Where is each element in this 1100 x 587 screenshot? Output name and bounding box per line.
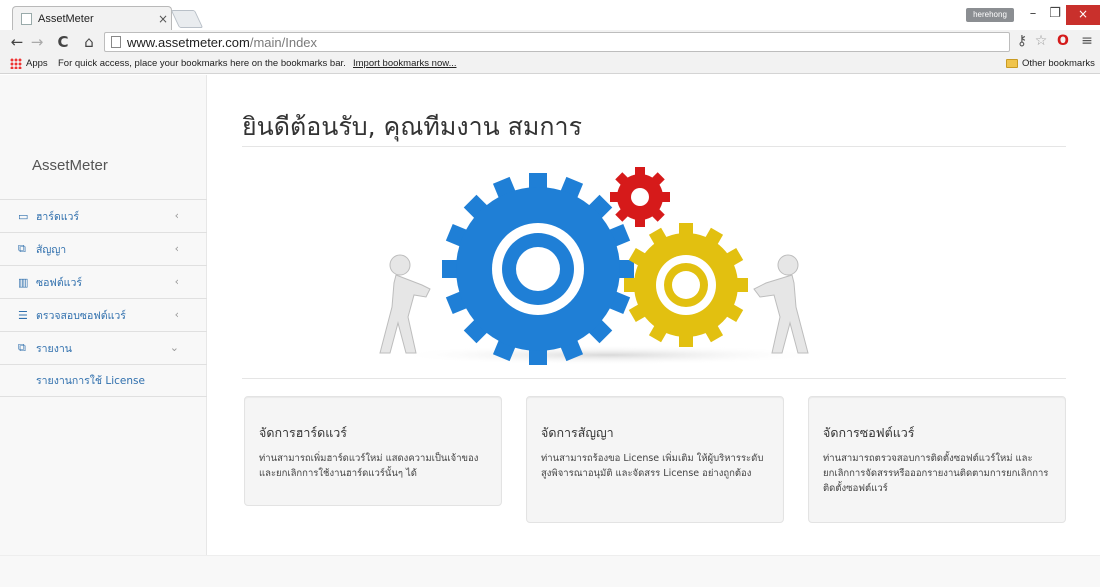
browser-tab[interactable]: AssetMeter × (12, 6, 172, 30)
close-window-button[interactable]: × (1066, 5, 1100, 25)
sidebar-item-label: ตรวจสอบซอฟต์แวร์ (36, 309, 126, 322)
forward-icon[interactable]: → (28, 32, 46, 52)
right-figure (753, 254, 809, 354)
favicon-icon (21, 12, 32, 25)
contract-icon: ⧉ (18, 242, 26, 255)
brand-title[interactable]: AssetMeter (32, 157, 108, 174)
blue-gear (442, 173, 634, 365)
opera-icon[interactable]: O (1054, 33, 1072, 49)
bookmarks-bar: Apps For quick access, place your bookma… (0, 54, 1100, 74)
sidebar-item-label: ฮาร์ดแวร์ (36, 210, 80, 223)
import-bookmarks-link[interactable]: Import bookmarks now... (353, 58, 456, 69)
page-icon (111, 36, 121, 48)
report-icon: ⧉ (18, 341, 26, 354)
floor-shadow (393, 345, 823, 365)
gears-hero-image (379, 167, 823, 365)
sidebar-item-label: สัญญา (36, 243, 67, 256)
folder-icon (1006, 59, 1018, 68)
sidebar: AssetMeter ▭ ฮาร์ดแวร์ ‹ ⧉ สัญญา ‹ ▥ ซอฟ… (0, 75, 207, 555)
card-title: จัดการซอฟต์แวร์ (823, 425, 915, 440)
left-figure (379, 254, 431, 354)
red-gear (610, 167, 670, 227)
sidebar-menu: ▭ ฮาร์ดแวร์ ‹ ⧉ สัญญา ‹ ▥ ซอฟต์แวร์ ‹ ☰ … (0, 199, 207, 397)
list-icon: ☰ (18, 308, 28, 322)
tab-title: AssetMeter (38, 12, 94, 25)
browser-tabstrip: AssetMeter × herehong – ❐ × (0, 0, 1100, 30)
url-host: www.assetmeter.com (127, 34, 250, 50)
card-title: จัดการสัญญา (541, 425, 614, 440)
chevron-left-icon: ‹ (174, 209, 179, 222)
monitor-icon: ▭ (18, 209, 29, 223)
page: AssetMeter ▭ ฮาร์ดแวร์ ‹ ⧉ สัญญา ‹ ▥ ซอฟ… (0, 75, 1100, 587)
apps-link[interactable]: Apps (26, 58, 48, 69)
profile-chip[interactable]: herehong (966, 8, 1014, 22)
tab-close-icon[interactable]: × (155, 12, 171, 26)
sidebar-item-contract[interactable]: ⧉ สัญญา ‹ (0, 233, 207, 266)
apps-icon[interactable] (10, 58, 22, 69)
divider (242, 146, 1066, 147)
address-bar[interactable]: www.assetmeter.com/main/Index (104, 32, 1010, 52)
chevron-down-icon: ⌄ (169, 341, 179, 354)
page-title: ยินดีต้อนรับ, คุณทีมงาน สมการ (242, 112, 583, 141)
hardware-card[interactable]: จัดการฮาร์ดแวร์ ท่านสามารถเพิ่มฮาร์ดแวร์… (244, 396, 502, 506)
sidebar-item-hardware[interactable]: ▭ ฮาร์ดแวร์ ‹ (0, 200, 207, 233)
card-text: ท่านสามารถเพิ่มฮาร์ดแวร์ใหม่ แสดงความเป็… (259, 453, 479, 479)
star-icon[interactable]: ☆ (1032, 33, 1050, 49)
chevron-left-icon: ‹ (174, 275, 179, 288)
card-text: ท่านสามารถตรวจสอบการติดตั้งซอฟต์แวร์ใหม่… (823, 453, 1049, 494)
sidebar-item-label: ซอฟต์แวร์ (36, 276, 82, 289)
home-icon[interactable]: ⌂ (80, 32, 98, 52)
browser-toolbar: ← → C ⌂ www.assetmeter.com/main/Index ⚷ … (0, 30, 1100, 54)
software-card[interactable]: จัดการซอฟต์แวร์ ท่านสามารถตรวจสอบการติดต… (808, 396, 1066, 523)
sidebar-item-report[interactable]: ⧉ รายงาน ⌄ (0, 332, 207, 365)
chart-icon: ▥ (18, 275, 29, 289)
sidebar-item-software-audit[interactable]: ☰ ตรวจสอบซอฟต์แวร์ ‹ (0, 299, 207, 332)
chevron-left-icon: ‹ (174, 308, 179, 321)
sidebar-subitem-license-report[interactable]: รายงานการใช้ License (0, 365, 207, 397)
new-tab-button[interactable] (170, 10, 204, 28)
sidebar-item-software[interactable]: ▥ ซอฟต์แวร์ ‹ (0, 266, 207, 299)
contract-card[interactable]: จัดการสัญญา ท่านสามารถร้องขอ License เพิ… (526, 396, 784, 523)
main-content: ยินดีต้อนรับ, คุณทีมงาน สมการ จัดการฮาร์… (208, 75, 1100, 555)
bookmarks-hint: For quick access, place your bookmarks h… (58, 58, 346, 69)
card-title: จัดการฮาร์ดแวร์ (259, 425, 348, 440)
divider (242, 378, 1066, 379)
yellow-gear (624, 223, 748, 347)
sidebar-item-label: รายงาน (36, 342, 72, 355)
menu-icon[interactable]: ≡ (1078, 33, 1096, 49)
url-path: /main/Index (249, 34, 318, 50)
chevron-left-icon: ‹ (174, 242, 179, 255)
other-bookmarks-link[interactable]: Other bookmarks (1022, 58, 1095, 69)
back-icon[interactable]: ← (8, 32, 26, 52)
reload-icon[interactable]: C (54, 32, 72, 52)
key-icon[interactable]: ⚷ (1013, 33, 1031, 49)
footer (0, 555, 1100, 587)
maximize-button[interactable]: ❐ (1042, 5, 1068, 25)
card-text: ท่านสามารถร้องขอ License เพิ่มเติม ให้ผู… (541, 453, 764, 479)
